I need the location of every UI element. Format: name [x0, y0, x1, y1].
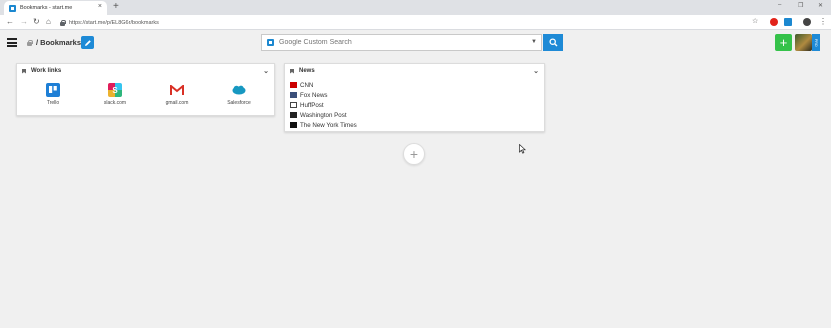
forward-arrow-icon[interactable]: → [20, 17, 28, 27]
tile-label: Trello [46, 100, 60, 106]
tile-label: slack.com [103, 100, 127, 106]
tile-label: Salesforce [227, 100, 251, 106]
chevron-down-icon[interactable]: ⌄ [263, 67, 269, 75]
browser-tabstrip: Bookmarks - start.me × + – ❐ ✕ [0, 0, 831, 15]
tile-salesforce[interactable]: Salesforce [208, 83, 270, 106]
restore-button[interactable]: ❐ [798, 2, 803, 9]
minimize-button[interactable]: – [778, 2, 781, 8]
home-icon[interactable]: ⌂ [46, 17, 51, 27]
chevron-down-icon[interactable]: ▼ [531, 39, 537, 45]
tab-close-icon[interactable]: × [98, 3, 102, 10]
bookmark-star-icon[interactable]: ☆ [752, 17, 758, 27]
list-item[interactable]: The New York Times [290, 120, 544, 130]
list-item[interactable]: Fox News [290, 90, 544, 100]
user-avatar[interactable] [795, 34, 812, 51]
browser-menu-icon[interactable]: ⋮ [819, 17, 827, 27]
widget-title: Work links [31, 68, 62, 74]
pencil-icon [84, 39, 91, 46]
gmail-icon [170, 83, 184, 97]
huffpost-icon [290, 102, 297, 108]
search-input[interactable] [279, 39, 519, 46]
list-item-label: Washington Post [300, 111, 347, 119]
search-engine-icon [267, 39, 274, 46]
search-button[interactable] [543, 34, 563, 51]
tile-label: gmail.com [165, 100, 189, 106]
work-links-widget: Work links ⌄ Trello S slack.com gmail.co… [16, 63, 275, 116]
menu-icon[interactable] [7, 38, 17, 47]
tab-title: Bookmarks - start.me [20, 5, 73, 11]
edit-page-button[interactable] [81, 36, 94, 49]
address-bar[interactable]: https://start.me/p/EL8G6r/bookmarks [60, 17, 768, 28]
url-text: https://start.me/p/EL8G6r/bookmarks [69, 19, 159, 26]
tile-slack[interactable]: S slack.com [84, 83, 146, 106]
close-window-button[interactable]: ✕ [818, 2, 823, 9]
cnn-icon [290, 82, 297, 88]
startme-favicon-icon [9, 4, 16, 12]
slack-icon: S [108, 83, 122, 97]
tile-trello[interactable]: Trello [22, 83, 84, 106]
list-item-label: Fox News [300, 91, 328, 99]
page-title: / Bookmarks [36, 38, 82, 47]
widget-header: News ⌄ [285, 64, 544, 78]
search-icon [548, 38, 557, 47]
add-widget-button[interactable]: + [403, 143, 425, 165]
lastpass-extension-icon[interactable] [770, 18, 778, 26]
fox-news-icon [290, 92, 297, 98]
list-item[interactable]: Washington Post [290, 110, 544, 120]
bookmark-icon [22, 68, 26, 74]
add-button[interactable]: + [775, 34, 792, 51]
new-tab-button[interactable]: + [113, 1, 119, 13]
washington-post-icon [290, 112, 297, 118]
reload-icon[interactable]: ↻ [33, 17, 40, 27]
pro-badge[interactable]: PRO [812, 34, 820, 51]
list-item-label: The New York Times [300, 121, 357, 129]
back-arrow-icon[interactable]: ← [6, 17, 14, 27]
mouse-cursor-icon [519, 144, 526, 154]
list-item[interactable]: CNN [290, 80, 544, 90]
widget-header: Work links ⌄ [17, 64, 274, 78]
chevron-down-icon[interactable]: ⌄ [533, 67, 539, 75]
startme-extension-icon[interactable] [784, 18, 792, 26]
salesforce-icon [232, 83, 246, 97]
browser-tab[interactable]: Bookmarks - start.me × [4, 1, 107, 15]
list-item-label: CNN [300, 81, 314, 89]
bookmark-tiles: Trello S slack.com gmail.com Salesforce [17, 78, 274, 106]
trello-icon [46, 83, 60, 97]
news-widget: News ⌄ CNN Fox News HuffPost Washington … [284, 63, 545, 132]
lock-icon [60, 19, 66, 26]
bookmark-icon [290, 68, 294, 74]
page-lock-icon [27, 40, 33, 46]
browser-toolbar: ← → ↻ ⌂ https://start.me/p/EL8G6r/bookma… [0, 15, 831, 30]
widget-title: News [299, 68, 315, 74]
list-item[interactable]: HuffPost [290, 100, 544, 110]
profile-avatar[interactable] [803, 18, 811, 26]
list-item-label: HuffPost [300, 101, 324, 109]
nyt-icon [290, 122, 297, 128]
search-field[interactable]: ▼ [261, 34, 542, 51]
news-list: CNN Fox News HuffPost Washington Post Th… [285, 78, 544, 130]
tile-gmail[interactable]: gmail.com [146, 83, 208, 106]
